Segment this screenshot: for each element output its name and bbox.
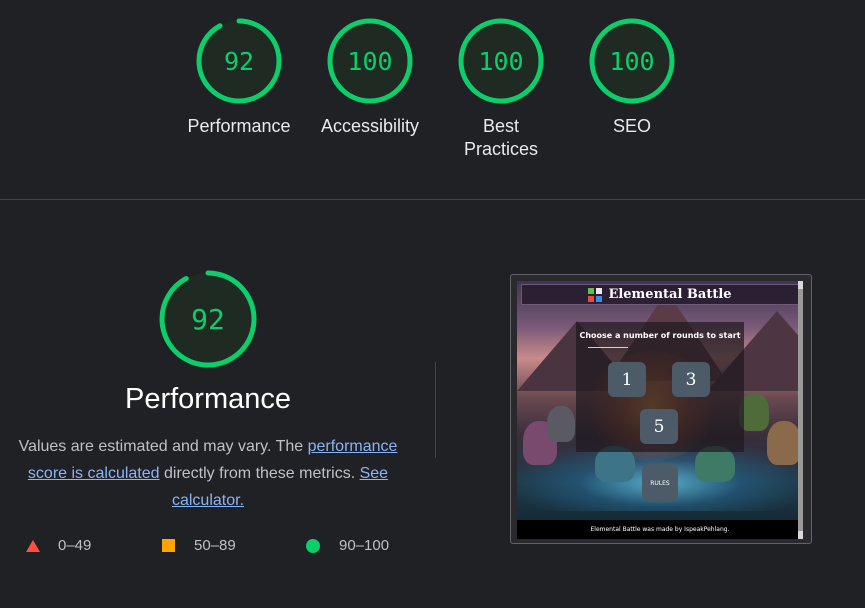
round-button-1: 1 xyxy=(608,362,646,397)
gauge-label: SEO xyxy=(612,116,651,136)
screenshot-image: Elemental Battle Choose a number of roun… xyxy=(517,281,803,539)
final-screenshot[interactable]: Elemental Battle Choose a number of roun… xyxy=(510,274,812,544)
legend-item-pass: 90–100 xyxy=(306,537,389,554)
gauge-score: 92 xyxy=(191,303,225,336)
performance-description: Values are estimated and may vary. The p… xyxy=(10,433,406,514)
screenshot-footer: Elemental Battle was made by IspeakPehla… xyxy=(517,520,803,539)
gauge-ring: 92 xyxy=(196,18,282,104)
gauge-ring: 92 xyxy=(159,270,257,368)
legend-range: 90–100 xyxy=(339,537,390,554)
gauge-score: 100 xyxy=(347,47,392,76)
category-summary: 92 Performance 100 Accessibility 100 Bes… xyxy=(0,0,865,199)
rounds-prompt: Choose a number of rounds to start xyxy=(579,331,741,340)
screenshot-header: Elemental Battle xyxy=(521,284,799,305)
creature-image xyxy=(767,421,801,465)
prompt-underline xyxy=(588,347,628,348)
gauge-label: Best Practices xyxy=(463,116,539,159)
circle-icon xyxy=(306,538,320,553)
screenshot-scrollbar xyxy=(798,281,803,539)
screenshot-title: Elemental Battle xyxy=(608,287,732,302)
round-button-5: 5 xyxy=(640,409,678,444)
gauge-best-practices[interactable]: 100 Best Practices xyxy=(441,17,561,161)
vertical-divider xyxy=(435,362,436,458)
elements-logo-icon xyxy=(588,287,603,302)
rules-button: RULES xyxy=(642,464,678,502)
legend-item-average: 50–89 xyxy=(162,537,236,554)
triangle-icon xyxy=(26,539,40,552)
scrollbar-thumb xyxy=(798,289,803,531)
gauge-label: Accessibility xyxy=(320,116,420,136)
square-icon xyxy=(162,539,175,552)
gauge-ring: 100 xyxy=(458,18,544,104)
gauge-ring: 100 xyxy=(589,18,675,104)
legend-item-fail: 0–49 xyxy=(26,537,91,554)
gauge-score: 100 xyxy=(478,47,523,76)
gauge-seo[interactable]: 100 SEO xyxy=(572,17,692,138)
description-text: directly from these metrics. xyxy=(159,465,360,482)
gauge-accessibility[interactable]: 100 Accessibility xyxy=(310,17,430,138)
creature-image xyxy=(547,406,575,442)
gauge-score: 92 xyxy=(224,47,254,76)
legend-range: 0–49 xyxy=(58,537,92,554)
gauge-label: Performance xyxy=(187,116,291,136)
gauge-performance[interactable]: 92 Performance xyxy=(179,17,299,138)
gauge-ring: 100 xyxy=(327,18,413,104)
performance-title: Performance xyxy=(124,383,291,415)
round-button-3: 3 xyxy=(672,362,710,397)
section-divider xyxy=(0,199,865,200)
rounds-panel: Choose a number of rounds to start 1 3 5 xyxy=(576,322,744,452)
description-text: Values are estimated and may vary. The xyxy=(18,438,308,455)
performance-gauge-large: 92 xyxy=(158,269,258,374)
gauge-score: 100 xyxy=(609,47,654,76)
score-legend: 0–49 50–89 90–100 xyxy=(26,537,426,559)
legend-range: 50–89 xyxy=(194,537,236,554)
